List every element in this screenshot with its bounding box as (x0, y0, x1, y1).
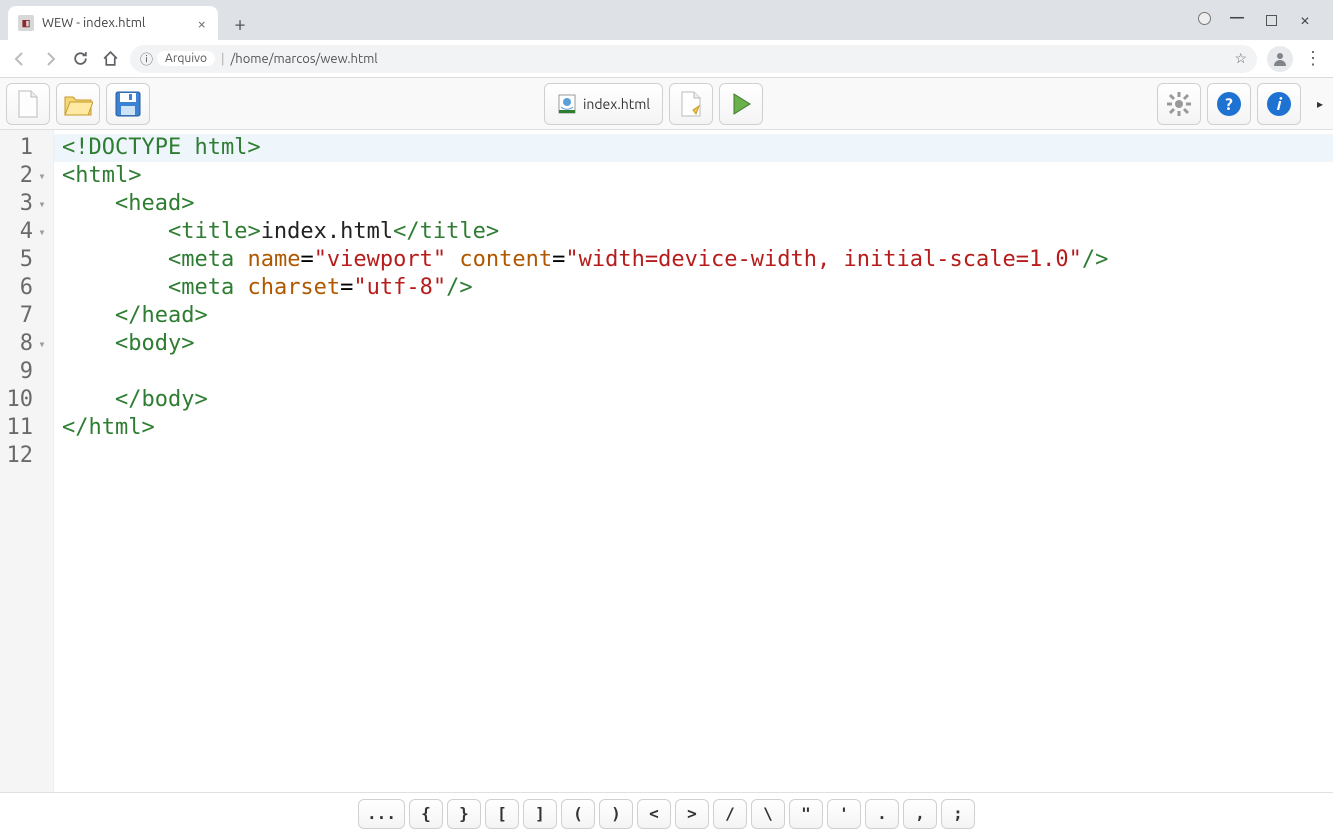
window-indicator-icon[interactable] (1198, 12, 1211, 25)
code-line[interactable]: <title>index.html</title> (62, 218, 1325, 246)
code-line[interactable]: <meta charset="utf-8"/> (62, 274, 1325, 302)
line-number: 7 (6, 302, 49, 330)
profile-button[interactable] (1267, 46, 1293, 72)
symbol-button[interactable]: [ (485, 799, 519, 829)
maximize-button[interactable] (1263, 12, 1279, 28)
code-line[interactable] (62, 442, 1325, 470)
favicon-icon: ◧ (18, 15, 34, 31)
symbol-bar: ...{}[]()<>/\"'.,; (0, 792, 1333, 834)
line-number: 6 (6, 274, 49, 302)
new-tab-button[interactable]: + (226, 9, 254, 37)
file-tab-label: index.html (583, 96, 650, 112)
symbol-button[interactable]: < (637, 799, 671, 829)
window-controls: — × (1198, 12, 1325, 28)
line-number: 8▾ (6, 330, 49, 358)
line-gutter: 12▾3▾4▾5678▾9101112 (0, 130, 54, 792)
code-content[interactable]: <!DOCTYPE html><html> <head> <title>inde… (54, 130, 1333, 792)
code-line[interactable]: <head> (62, 190, 1325, 218)
line-number: 4▾ (6, 218, 49, 246)
line-number: 3▾ (6, 190, 49, 218)
line-number: 10 (6, 386, 49, 414)
code-line[interactable]: </body> (62, 386, 1325, 414)
line-number: 11 (6, 414, 49, 442)
close-window-button[interactable]: × (1297, 12, 1313, 28)
app-toolbar: index.html ? i ▸ (0, 78, 1333, 130)
address-field[interactable]: ⓘ Arquivo | /home/marcos/wew.html ☆ (130, 45, 1257, 73)
address-scheme-label: Arquivo (157, 51, 215, 66)
new-file-button[interactable] (6, 83, 50, 125)
browser-address-bar: ⓘ Arquivo | /home/marcos/wew.html ☆ ⋮ (0, 40, 1333, 78)
symbol-button[interactable]: ; (941, 799, 975, 829)
line-number: 2▾ (6, 162, 49, 190)
toolbar-overflow-button[interactable]: ▸ (1313, 97, 1327, 111)
run-button[interactable] (719, 83, 763, 125)
symbol-button[interactable]: " (789, 799, 823, 829)
browser-tab[interactable]: ◧ WEW - index.html × (8, 6, 218, 40)
line-number: 1 (6, 134, 49, 162)
line-number: 9 (6, 358, 49, 386)
back-button[interactable] (10, 49, 30, 69)
symbol-button[interactable]: / (713, 799, 747, 829)
symbol-button[interactable]: ... (358, 799, 405, 829)
symbol-button[interactable]: , (903, 799, 937, 829)
reload-button[interactable] (70, 49, 90, 69)
symbol-button[interactable]: ( (561, 799, 595, 829)
tab-title: WEW - index.html (42, 16, 145, 30)
code-line[interactable]: </html> (62, 414, 1325, 442)
symbol-button[interactable]: > (675, 799, 709, 829)
code-line[interactable]: <body> (62, 330, 1325, 358)
address-path: /home/marcos/wew.html (230, 52, 377, 66)
code-line[interactable]: <meta name="viewport" content="width=dev… (62, 246, 1325, 274)
symbol-button[interactable]: ) (599, 799, 633, 829)
line-number: 5 (6, 246, 49, 274)
line-number: 12 (6, 442, 49, 470)
code-line[interactable]: <!DOCTYPE html> (54, 134, 1333, 162)
save-file-button[interactable] (106, 83, 150, 125)
symbol-button[interactable]: \ (751, 799, 785, 829)
file-tab[interactable]: index.html (544, 83, 663, 125)
browser-menu-button[interactable]: ⋮ (1303, 49, 1323, 69)
open-file-button[interactable] (56, 83, 100, 125)
preview-button[interactable] (669, 83, 713, 125)
code-editor[interactable]: 12▾3▾4▾5678▾9101112 <!DOCTYPE html><html… (0, 130, 1333, 792)
code-line[interactable] (62, 358, 1325, 386)
symbol-button[interactable]: } (447, 799, 481, 829)
info-button[interactable]: i (1257, 83, 1301, 125)
bookmark-star-icon[interactable]: ☆ (1234, 50, 1247, 67)
minimize-button[interactable]: — (1229, 9, 1245, 25)
symbol-button[interactable]: ] (523, 799, 557, 829)
help-button[interactable]: ? (1207, 83, 1251, 125)
svg-text:?: ? (1225, 95, 1233, 114)
code-line[interactable]: <html> (62, 162, 1325, 190)
symbol-button[interactable]: ' (827, 799, 861, 829)
code-line[interactable]: </head> (62, 302, 1325, 330)
site-info-icon[interactable]: ⓘ (140, 49, 153, 68)
symbol-button[interactable]: . (865, 799, 899, 829)
forward-button[interactable] (40, 49, 60, 69)
browser-tabstrip: ◧ WEW - index.html × + — × (0, 0, 1333, 40)
settings-button[interactable] (1157, 83, 1201, 125)
symbol-button[interactable]: { (409, 799, 443, 829)
home-button[interactable] (100, 49, 120, 69)
close-tab-icon[interactable]: × (198, 15, 206, 32)
